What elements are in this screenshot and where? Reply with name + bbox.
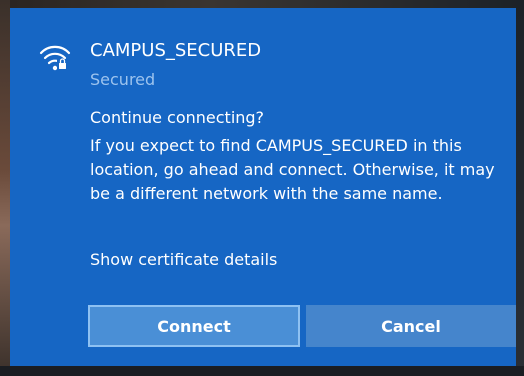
continue-question: Continue connecting? bbox=[90, 108, 265, 127]
network-status: Secured bbox=[90, 70, 156, 89]
desktop-background-right bbox=[516, 0, 524, 376]
desktop-background-left bbox=[0, 0, 10, 376]
desktop-background-bottom bbox=[0, 366, 524, 376]
show-certificate-link[interactable]: Show certificate details bbox=[90, 250, 277, 269]
warning-message: If you expect to find CAMPUS_SECURED in … bbox=[90, 136, 495, 203]
wifi-connect-flyout: CAMPUS_SECURED Secured Continue connecti… bbox=[10, 8, 516, 366]
cancel-button[interactable]: Cancel bbox=[306, 305, 516, 347]
connect-button[interactable]: Connect bbox=[88, 305, 300, 347]
wifi-secured-icon bbox=[39, 45, 71, 71]
desktop-background-top bbox=[0, 0, 524, 8]
network-name: CAMPUS_SECURED bbox=[90, 40, 262, 61]
